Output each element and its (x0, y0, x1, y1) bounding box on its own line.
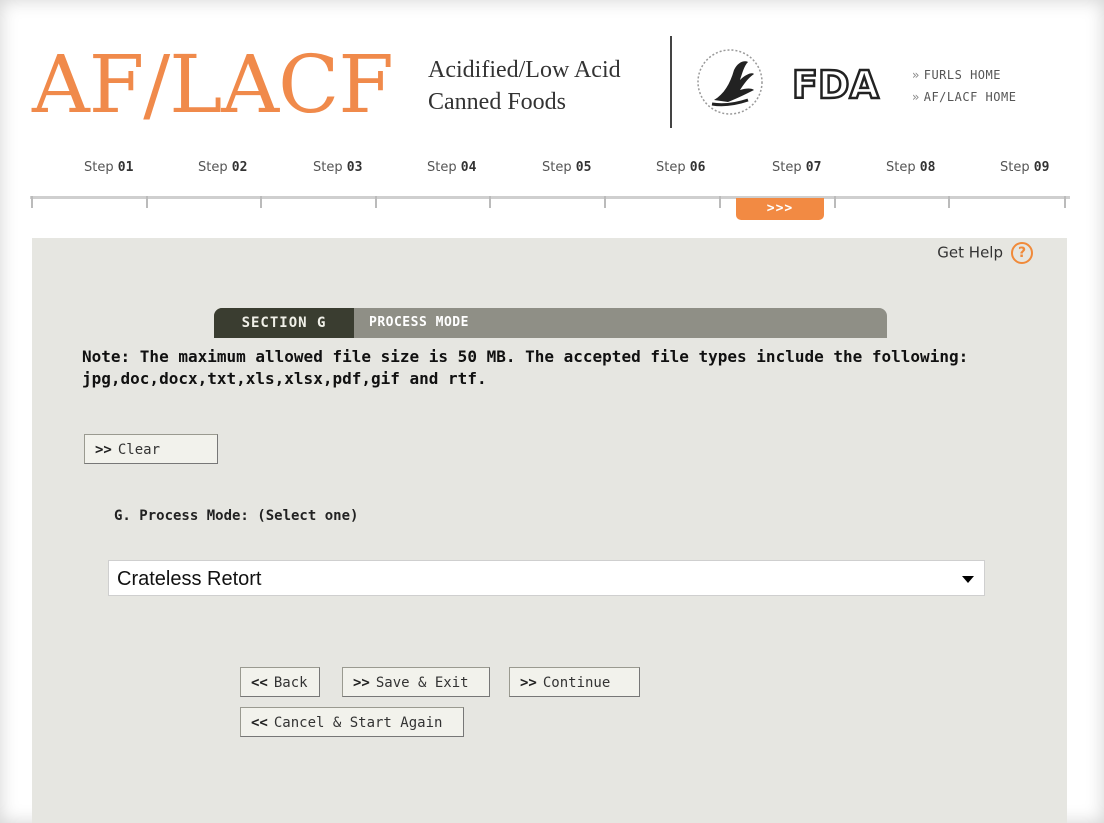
step-tick (948, 196, 950, 208)
page-frame: AF/LACF Acidified/Low Acid Canned Foods … (0, 0, 1104, 823)
step-tick (719, 196, 721, 208)
step-08[interactable]: Step 08 (886, 160, 935, 175)
note-line-2: jpg,doc,docx,txt,xls,xlsx,pdf,gif and rt… (82, 369, 487, 388)
hhs-eagle-icon (697, 49, 763, 115)
step-track (30, 196, 1070, 199)
active-step-marker: >>> (736, 198, 824, 220)
step-tick (146, 196, 148, 208)
fda-logo-icon: FDA (791, 62, 881, 106)
note-line-1: Note: The maximum allowed file size is 5… (82, 347, 969, 366)
file-size-note: Note: The maximum allowed file size is 5… (82, 346, 1042, 390)
step-tick (375, 196, 377, 208)
step-05[interactable]: Step 05 (542, 160, 591, 175)
furls-home-link[interactable]: » FURLS HOME (912, 64, 1016, 86)
process-mode-label: G. Process Mode: (Select one) (114, 508, 359, 524)
aflacf-logo[interactable]: AF/LACF (32, 40, 394, 130)
forward-chevron-icon: >> (95, 442, 112, 458)
link-chevron-icon: » (912, 90, 920, 104)
step-tick (489, 196, 491, 208)
step-07[interactable]: Step 07 (772, 160, 821, 175)
step-03[interactable]: Step 03 (313, 160, 362, 175)
step-tick (834, 196, 836, 208)
step-09[interactable]: Step 09 (1000, 160, 1049, 175)
back-button[interactable]: << Back (240, 667, 320, 697)
step-tick (260, 196, 262, 208)
step-nav: Step 01 Step 02 Step 03 Step 04 Step 05 … (30, 160, 1070, 184)
help-icon: ? (1011, 242, 1033, 264)
step-tick (604, 196, 606, 208)
dropdown-arrow-icon (962, 576, 974, 583)
process-mode-value: Crateless Retort (117, 568, 262, 590)
step-04[interactable]: Step 04 (427, 160, 476, 175)
forward-chevron-icon: >> (353, 675, 370, 691)
tagline-line-1: Acidified/Low Acid (428, 57, 621, 83)
clear-button[interactable]: >> Clear (84, 434, 218, 464)
get-help-link[interactable]: Get Help? (937, 242, 1033, 264)
svg-text:FDA: FDA (792, 63, 880, 106)
back-chevron-icon: << (251, 715, 268, 731)
tagline-line-2: Canned Foods (428, 89, 566, 115)
top-links: » FURLS HOME » AF/LACF HOME (912, 64, 1016, 108)
content-panel: Get Help? SECTION G PROCESS MODE Note: T… (32, 238, 1067, 823)
step-01[interactable]: Step 01 (84, 160, 133, 175)
cancel-start-again-button[interactable]: << Cancel & Start Again (240, 707, 464, 737)
continue-button[interactable]: >> Continue (509, 667, 640, 697)
save-exit-button[interactable]: >> Save & Exit (342, 667, 490, 697)
step-tick (1064, 196, 1066, 208)
link-chevron-icon: » (912, 68, 920, 82)
aflacf-home-link[interactable]: » AF/LACF HOME (912, 86, 1016, 108)
section-header: SECTION G PROCESS MODE (214, 308, 887, 338)
step-tick (31, 196, 33, 208)
site-tagline: Acidified/Low Acid Canned Foods (428, 54, 621, 118)
process-mode-select[interactable]: Crateless Retort (108, 560, 985, 596)
step-02[interactable]: Step 02 (198, 160, 247, 175)
section-title: PROCESS MODE (369, 315, 469, 330)
header-divider (670, 36, 672, 128)
back-chevron-icon: << (251, 675, 268, 691)
forward-chevron-icon: >> (520, 675, 537, 691)
get-help-label: Get Help (937, 243, 1003, 262)
section-label: SECTION G (214, 308, 354, 338)
step-06[interactable]: Step 06 (656, 160, 705, 175)
